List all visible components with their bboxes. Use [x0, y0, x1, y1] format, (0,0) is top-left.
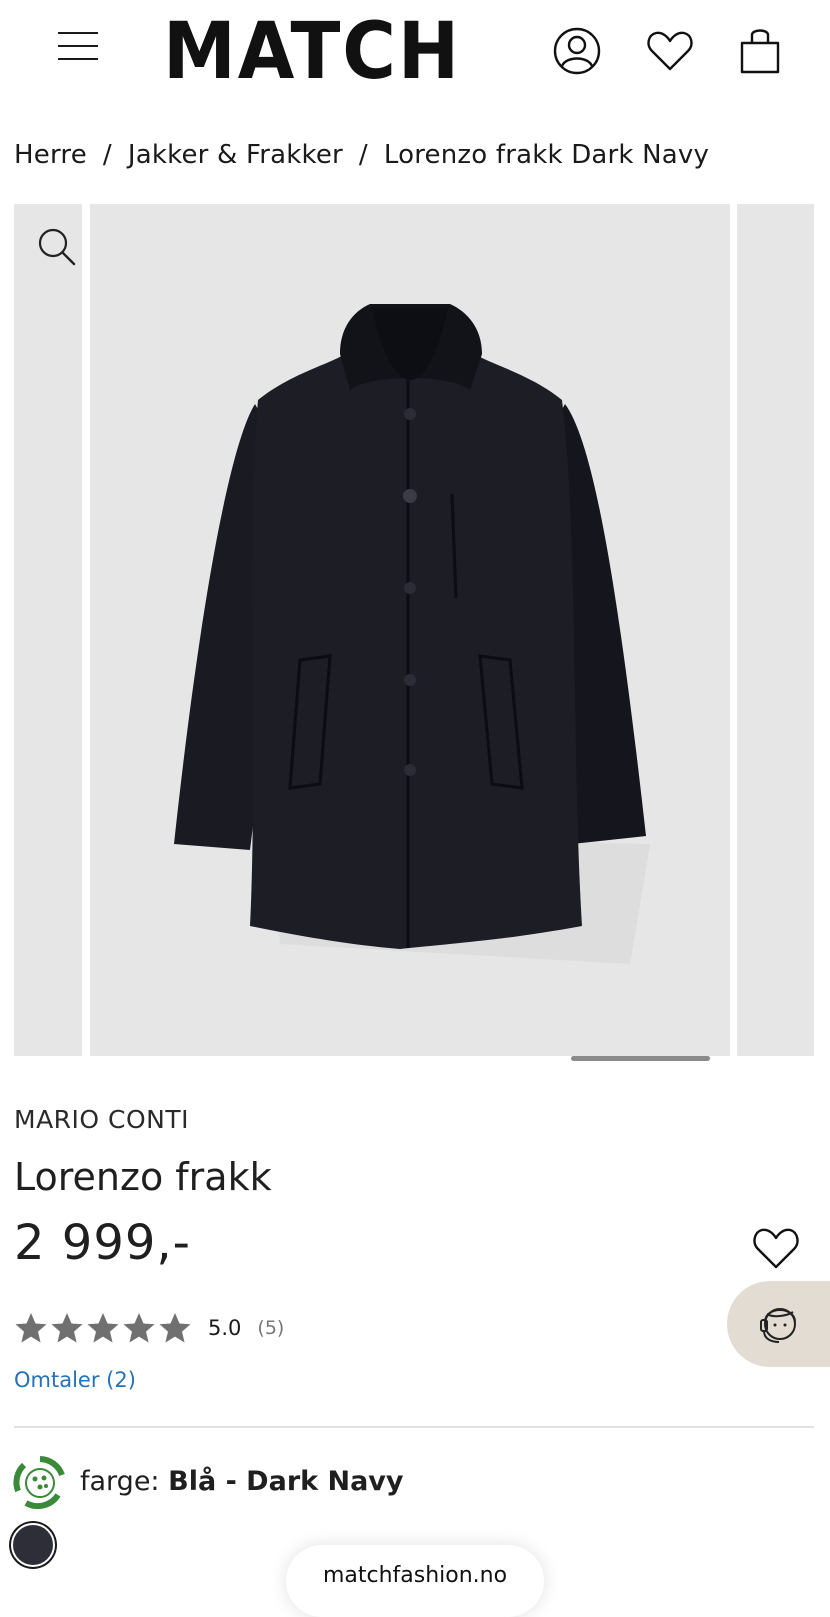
reviews-link[interactable]: Omtaler (2): [14, 1368, 136, 1392]
breadcrumb: Herre / Jakker & Frakker / Lorenzo frakk Dar…: [14, 140, 709, 170]
color-value: Blå - Dark Navy: [168, 1466, 404, 1497]
divider: [14, 1426, 814, 1428]
gallery-slide-main[interactable]: [90, 204, 730, 1056]
star-rating: [14, 1311, 192, 1345]
gallery-slide-previous[interactable]: [14, 204, 82, 1056]
gallery-scroll-indicator: [571, 1056, 710, 1061]
star-icon: [87, 1313, 119, 1343]
shopping-bag-icon[interactable]: [733, 24, 787, 78]
support-agent-icon: [760, 1308, 796, 1343]
product-gallery[interactable]: [0, 204, 830, 1056]
product-rating[interactable]: 5.0 (5): [14, 1308, 284, 1348]
color-swatch-dark-navy[interactable]: [11, 1523, 55, 1567]
breadcrumb-herre[interactable]: Herre: [14, 140, 87, 170]
product-price: 2 999,-: [14, 1215, 191, 1271]
gallery-slide-next[interactable]: [737, 204, 814, 1056]
rating-score: 5.0: [208, 1316, 242, 1340]
breadcrumb-separator: /: [102, 140, 112, 170]
star-icon: [51, 1313, 83, 1343]
heart-icon[interactable]: [643, 24, 697, 78]
match-logo[interactable]: MATCH: [163, 14, 463, 84]
url-text: matchfashion.no: [322, 1563, 508, 1588]
hamburger-menu-icon[interactable]: [56, 28, 100, 64]
user-account-icon[interactable]: [550, 24, 604, 78]
svg-text:MATCH: MATCH: [163, 14, 461, 84]
product-brand[interactable]: MARIO CONTI: [14, 1105, 189, 1134]
color-label: farge:: [80, 1466, 160, 1497]
magnifier-icon[interactable]: [36, 226, 78, 268]
add-to-wishlist-heart-icon[interactable]: [750, 1223, 802, 1271]
rating-count: (5): [257, 1317, 285, 1339]
breadcrumb-jakker-frakker[interactable]: Jakker & Frakker: [128, 140, 343, 170]
breadcrumb-current: Lorenzo frakk Dark Navy: [383, 140, 710, 170]
product-name: Lorenzo frakk: [14, 1155, 272, 1199]
browser-url-bar[interactable]: matchfashion.no: [286, 1545, 544, 1617]
customer-service-chat-button[interactable]: [727, 1281, 830, 1367]
coat-product-image: [174, 304, 650, 964]
color-selection-label: farge: Blå - Dark Navy: [80, 1466, 404, 1497]
star-icon: [123, 1313, 155, 1343]
star-icon: [15, 1313, 47, 1343]
site-header: MATCH: [0, 0, 830, 105]
star-icon: [159, 1313, 191, 1343]
breadcrumb-separator: /: [358, 140, 368, 170]
sustainable-recycle-icon[interactable]: [12, 1455, 68, 1511]
